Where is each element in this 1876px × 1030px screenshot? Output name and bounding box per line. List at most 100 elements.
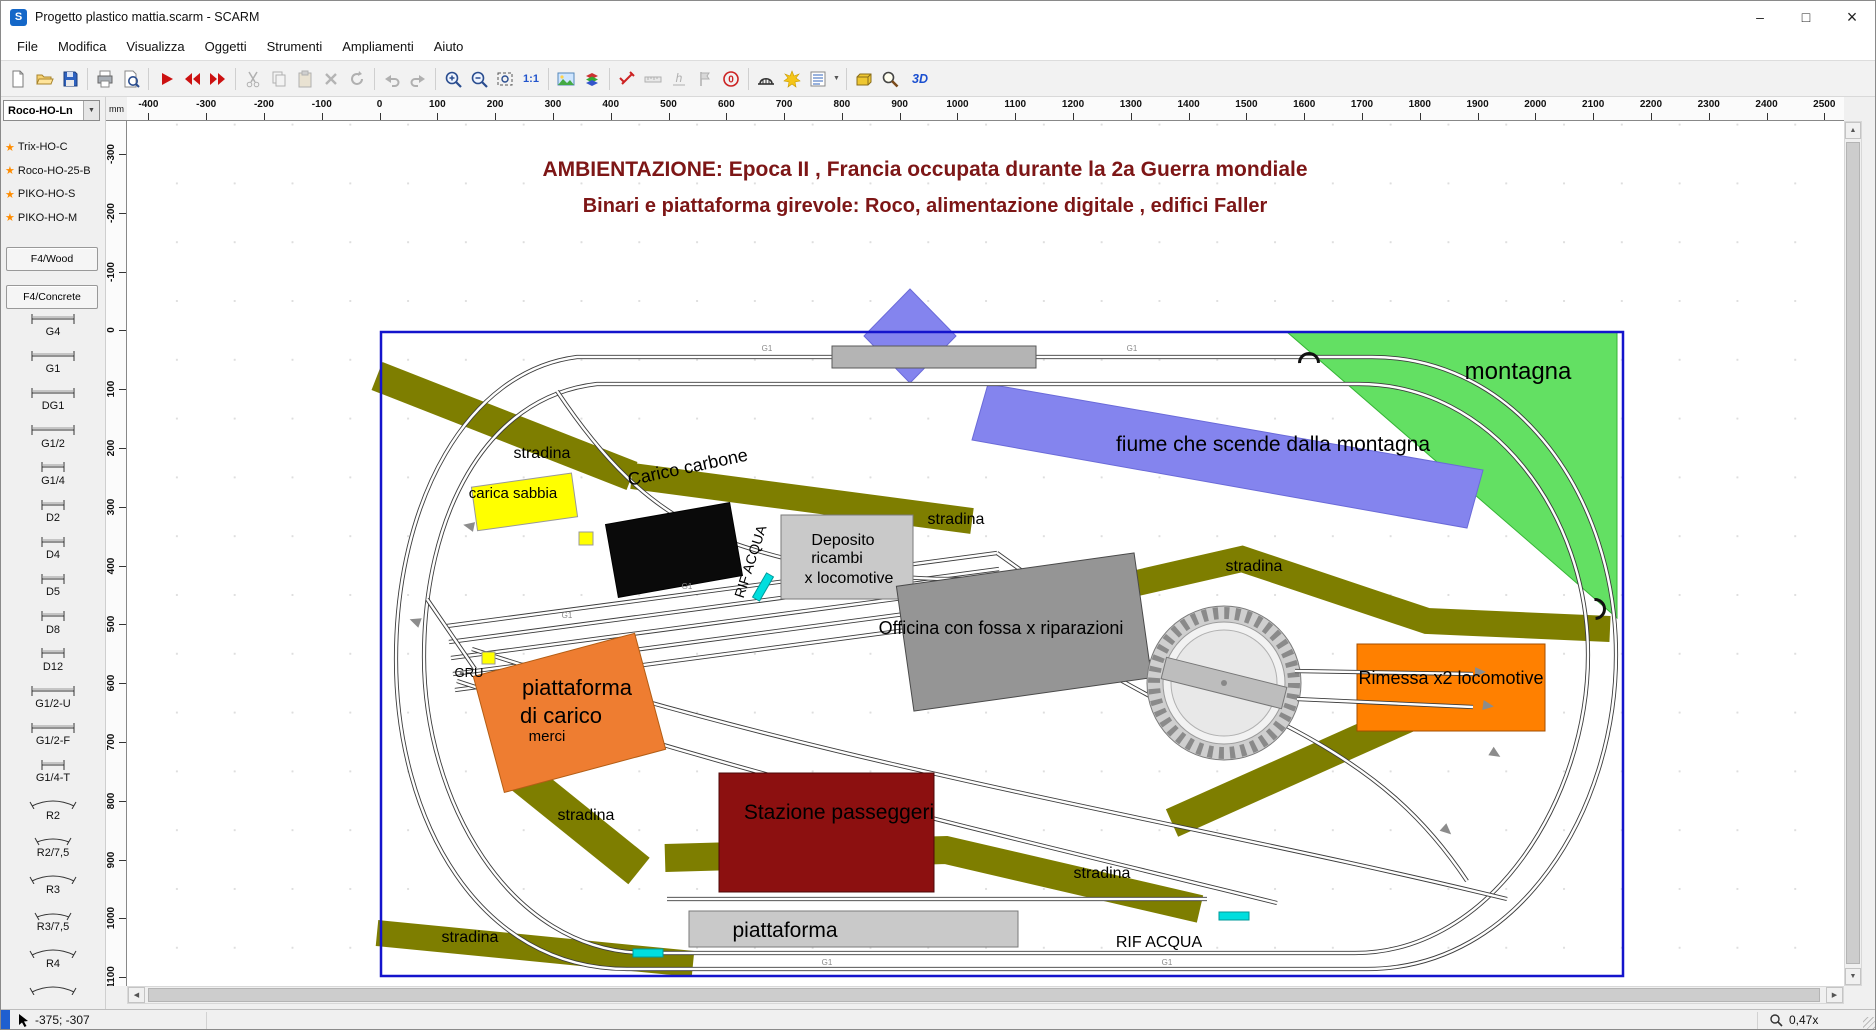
print-preview-button[interactable]	[118, 66, 144, 92]
library-item-trix-ho-c[interactable]: ★Trix-HO-C	[5, 137, 68, 157]
highlight-button[interactable]	[779, 66, 805, 92]
piattaforma-label[interactable]: piattaforma	[732, 919, 837, 942]
deposito-label-2[interactable]: ricambi	[811, 550, 863, 567]
piece-item-g4[interactable]: G4	[1, 311, 105, 348]
parts-list-caret[interactable]: ▼	[831, 66, 842, 92]
rif-acqua-label-2[interactable]: RIF ACQUA	[1116, 934, 1203, 951]
menu-item-ampliamenti[interactable]: Ampliamenti	[332, 35, 424, 58]
piece-item-d12[interactable]: D12	[1, 646, 105, 683]
rimessa-label[interactable]: Rimessa x2 locomotive	[1358, 668, 1543, 688]
wagon-button[interactable]	[851, 66, 877, 92]
zoom-in-button[interactable]	[440, 66, 466, 92]
bridge[interactable]	[832, 346, 1036, 368]
rotate-button[interactable]	[344, 66, 370, 92]
fiume-label[interactable]: fiume che scende dalla montagna	[1116, 433, 1430, 456]
piece-item-d8[interactable]: D8	[1, 609, 105, 646]
piece-item-g1-2-u[interactable]: G1/2-U	[1, 683, 105, 720]
water-refill-3[interactable]	[633, 949, 663, 957]
menu-item-aiuto[interactable]: Aiuto	[424, 35, 474, 58]
resize-grip[interactable]	[1863, 1017, 1876, 1030]
piattaforma-carico-label-1[interactable]: piattaforma	[522, 675, 633, 700]
cut-button[interactable]	[240, 66, 266, 92]
stradina-label-2[interactable]: stradina	[928, 511, 985, 528]
stradina-label-3[interactable]: stradina	[1226, 558, 1283, 575]
piece-item-r4[interactable]: R4	[1, 943, 105, 980]
print-button[interactable]	[92, 66, 118, 92]
piece-item-d5[interactable]: D5	[1, 571, 105, 608]
piece-item-g1-4[interactable]: G1/4	[1, 460, 105, 497]
library-item-roco-ho-25-b[interactable]: ★Roco-HO-25-B	[5, 161, 91, 181]
heights-button[interactable]: h	[666, 66, 692, 92]
stradina-label-6[interactable]: stradina	[442, 929, 499, 946]
piattaforma-carico-label-2[interactable]: di carico	[520, 703, 602, 728]
gru-box[interactable]	[482, 652, 495, 664]
water-refill-2[interactable]	[1219, 912, 1249, 920]
ambientazione-line1[interactable]: AMBIENTAZIONE: Epoca II , Francia occupa…	[542, 158, 1307, 181]
horizontal-scrollbar[interactable]: ◀ ▶	[127, 986, 1844, 1004]
step-back-button[interactable]	[179, 66, 205, 92]
open-file-button[interactable]	[31, 66, 57, 92]
montagna-label[interactable]: montagna	[1465, 358, 1572, 385]
zoom-extents-button[interactable]	[492, 66, 518, 92]
ambientazione-line2[interactable]: Binari e piattaforma girevole: Roco, ali…	[583, 195, 1268, 217]
snapshot-button[interactable]	[553, 66, 579, 92]
flag-button[interactable]	[692, 66, 718, 92]
redo-button[interactable]	[405, 66, 431, 92]
carica-sabbia-label[interactable]: carica sabbia	[469, 485, 558, 502]
delete-button[interactable]	[318, 66, 344, 92]
piece-item-next[interactable]	[1, 981, 105, 1009]
scroll-right-button[interactable]: ▶	[1826, 987, 1843, 1003]
undo-button[interactable]	[379, 66, 405, 92]
road-3[interactable]	[1102, 559, 1610, 629]
close-button[interactable]: ×	[1829, 1, 1875, 33]
piattaforma-carico-label-3[interactable]: merci	[529, 728, 566, 745]
copy-button[interactable]	[266, 66, 292, 92]
stazione-label[interactable]: Stazione passeggeri	[744, 801, 934, 824]
piece-item-r3-7-5[interactable]: R3/7,5	[1, 906, 105, 943]
menu-item-modifica[interactable]: Modifica	[48, 35, 116, 58]
piece-item-dg1[interactable]: DG1	[1, 385, 105, 422]
parts-list-button[interactable]	[805, 66, 831, 92]
coal-loading-building[interactable]	[606, 503, 743, 598]
layers-button[interactable]	[579, 66, 605, 92]
stazione-building[interactable]	[719, 773, 934, 892]
stradina-label-1[interactable]: stradina	[514, 445, 571, 462]
bridge-button[interactable]	[753, 66, 779, 92]
deposito-label-3[interactable]: x locomotive	[805, 570, 894, 587]
drawing-canvas[interactable]: G1G1G1G1G1G1 AMBIENTAZIONE: Epoca II , F…	[127, 121, 1844, 986]
deposito-label-1[interactable]: Deposito	[811, 532, 874, 549]
piece-item-d2[interactable]: D2	[1, 497, 105, 534]
maximize-button[interactable]: □	[1783, 1, 1829, 33]
turntable[interactable]	[1147, 606, 1301, 760]
piece-item-g1-2[interactable]: G1/2	[1, 423, 105, 460]
magnify-tool-button[interactable]	[877, 66, 903, 92]
chevron-down-icon[interactable]: ▼	[83, 101, 99, 120]
piece-item-r2-7-5[interactable]: R2/7,5	[1, 832, 105, 869]
track-end-button[interactable]	[614, 66, 640, 92]
piece-item-d4[interactable]: D4	[1, 534, 105, 571]
piece-item-r3[interactable]: R3	[1, 869, 105, 906]
piece-item-g1[interactable]: G1	[1, 348, 105, 385]
view-3d-button[interactable]: 3D	[903, 66, 937, 92]
horizontal-scrollbar-thumb[interactable]	[148, 988, 1820, 1002]
vertical-scrollbar[interactable]: ▲ ▼	[1844, 121, 1862, 986]
menu-item-oggetti[interactable]: Oggetti	[195, 35, 257, 58]
officina-label[interactable]: Officina con fossa x riparazioni	[879, 618, 1124, 638]
menu-item-visualizza[interactable]: Visualizza	[116, 35, 194, 58]
sand-small-box[interactable]	[579, 532, 593, 545]
scroll-up-button[interactable]: ▲	[1845, 122, 1861, 139]
scroll-left-button[interactable]: ◀	[128, 987, 145, 1003]
gru-label[interactable]: GRU	[455, 665, 484, 680]
minimize-button[interactable]: –	[1737, 1, 1783, 33]
paste-button[interactable]	[292, 66, 318, 92]
vertical-scrollbar-thumb[interactable]	[1846, 142, 1860, 964]
save-file-button[interactable]	[57, 66, 83, 92]
zoom-actual-button[interactable]: 1:1	[518, 66, 544, 92]
library-selector[interactable]: Roco-HO-Ln ▼	[3, 100, 100, 121]
new-file-button[interactable]	[5, 66, 31, 92]
zero-point-button[interactable]: 0	[718, 66, 744, 92]
piece-item-r2[interactable]: R2	[1, 795, 105, 832]
piece-item-g1-4-t[interactable]: G1/4-T	[1, 757, 105, 794]
zoom-out-button[interactable]	[466, 66, 492, 92]
river-source[interactable]	[864, 289, 956, 383]
